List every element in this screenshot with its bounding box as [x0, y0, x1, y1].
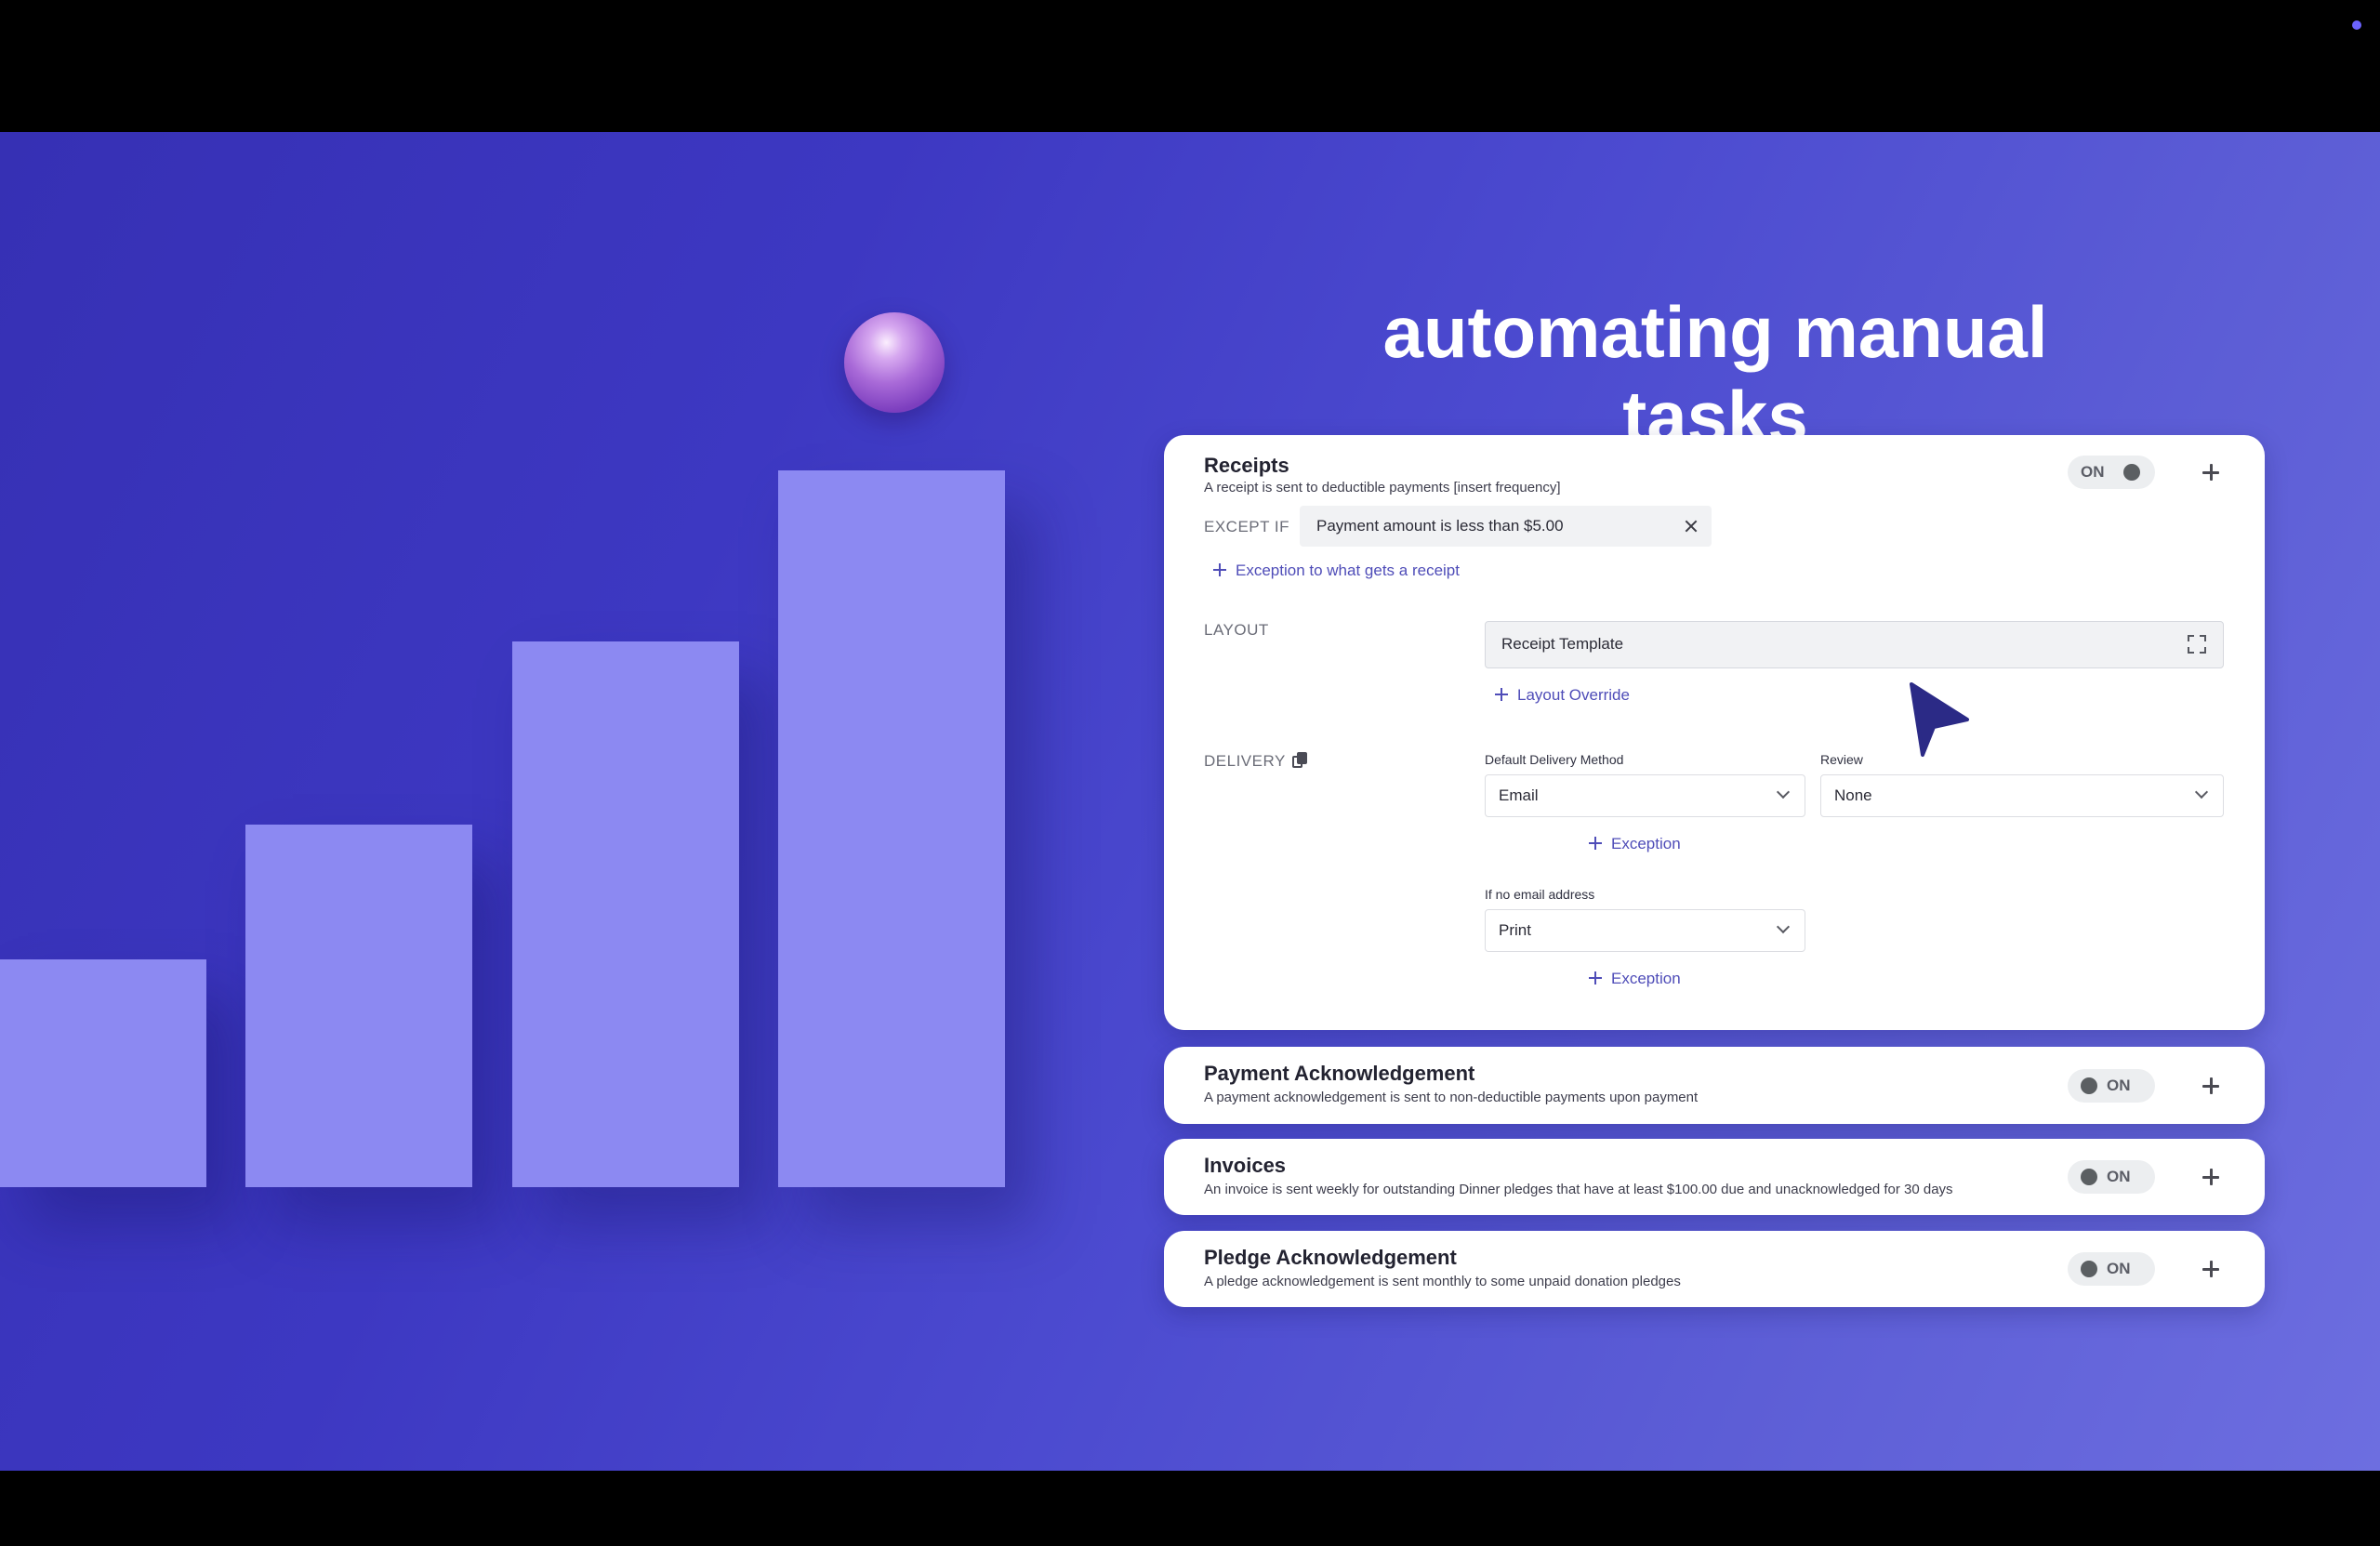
toggle-knob: [2081, 1261, 2097, 1277]
invoices-card[interactable]: Invoices An invoice is sent weekly for o…: [1164, 1139, 2265, 1215]
close-icon[interactable]: [1680, 515, 1702, 537]
layout-template-value: Receipt Template: [1501, 635, 1624, 653]
toggle-label: ON: [2107, 1077, 2131, 1094]
receipts-description: A receipt is sent to deductible payments…: [1204, 480, 1561, 496]
card-description: An invoice is sent weekly for outstandin…: [1204, 1182, 1953, 1197]
toggle-knob: [2081, 1077, 2097, 1094]
headline: automating manual tasks: [1382, 291, 2048, 457]
decorative-bar-4: [778, 470, 1005, 1187]
card-description: A pledge acknowledgement is sent monthly…: [1204, 1274, 1681, 1289]
toggle-knob: [2123, 464, 2140, 481]
no-email-value: Print: [1499, 921, 1531, 939]
no-email-exception-link-label: Exception: [1611, 970, 1681, 987]
card-title: Pledge Acknowledgement: [1204, 1246, 1457, 1269]
toggle-knob: [2081, 1169, 2097, 1185]
card-description: A payment acknowledgement is sent to non…: [1204, 1090, 1699, 1105]
no-email-exception-link[interactable]: Exception: [1589, 970, 1681, 988]
default-delivery-select[interactable]: Email: [1485, 774, 1805, 817]
except-if-label: EXCEPT IF: [1204, 518, 1290, 535]
layout-template-field[interactable]: Receipt Template: [1485, 621, 2224, 668]
chevron-down-icon: [1776, 919, 1791, 934]
default-delivery-caption: Default Delivery Method: [1485, 752, 1624, 767]
decorative-bar-1: [0, 959, 206, 1187]
delivery-label: DELIVERY: [1204, 752, 1286, 770]
expand-icon[interactable]: [2188, 635, 2206, 654]
exception-condition-text: Payment amount is less than $5.00: [1316, 517, 1564, 535]
add-exception-link-label: Exception to what gets a receipt: [1236, 562, 1460, 579]
pledge-acknowledgement-card[interactable]: Pledge Acknowledgement A pledge acknowle…: [1164, 1231, 2265, 1307]
delivery-exception-link-label: Exception: [1611, 835, 1681, 852]
layout-label: LAYOUT: [1204, 621, 1269, 639]
review-caption: Review: [1820, 752, 1863, 767]
cursor-arrow-icon: [1910, 682, 1969, 757]
toggle-label: ON: [2107, 1260, 2131, 1277]
exception-condition[interactable]: Payment amount is less than $5.00: [1300, 506, 1712, 547]
payment-acknowledgement-toggle[interactable]: ON: [2068, 1069, 2155, 1103]
plus-icon: [1589, 837, 1602, 850]
decorative-bar-2: [245, 825, 472, 1187]
receipts-toggle[interactable]: ON: [2068, 456, 2155, 489]
layout-override-link-label: Layout Override: [1517, 686, 1630, 704]
decorative-orb: [844, 312, 945, 413]
review-value: None: [1834, 786, 1872, 804]
toggle-label: ON: [2107, 1168, 2131, 1185]
plus-icon: [1213, 563, 1226, 576]
no-email-caption: If no email address: [1485, 887, 1595, 902]
receipts-title: Receipts: [1204, 454, 1289, 477]
delivery-exception-link[interactable]: Exception: [1589, 835, 1681, 853]
slide: automating manual tasks Receipts A recei…: [0, 132, 2380, 1471]
video-frame: automating manual tasks Receipts A recei…: [0, 0, 2380, 1546]
plus-icon[interactable]: [2194, 456, 2228, 489]
toggle-label: ON: [2081, 463, 2105, 481]
invoices-toggle[interactable]: ON: [2068, 1160, 2155, 1194]
chevron-down-icon: [2194, 785, 2209, 799]
plus-icon[interactable]: [2194, 1160, 2228, 1194]
plus-icon[interactable]: [2194, 1252, 2228, 1286]
plus-icon: [1589, 971, 1602, 984]
payment-acknowledgement-card[interactable]: Payment Acknowledgement A payment acknow…: [1164, 1047, 2265, 1124]
default-delivery-value: Email: [1499, 786, 1539, 804]
receipts-card: Receipts A receipt is sent to deductible…: [1164, 435, 2265, 1030]
layout-override-link[interactable]: Layout Override: [1495, 686, 1630, 705]
card-title: Invoices: [1204, 1154, 1287, 1177]
copy-icon[interactable]: [1292, 752, 1307, 769]
plus-icon[interactable]: [2194, 1069, 2228, 1103]
chevron-down-icon: [1776, 785, 1791, 799]
recording-indicator: [2352, 20, 2361, 30]
pledge-acknowledgement-toggle[interactable]: ON: [2068, 1252, 2155, 1286]
plus-icon: [1495, 688, 1508, 701]
no-email-select[interactable]: Print: [1485, 909, 1805, 952]
add-exception-link[interactable]: Exception to what gets a receipt: [1213, 562, 1460, 580]
decorative-bar-3: [512, 641, 739, 1187]
card-title: Payment Acknowledgement: [1204, 1062, 1475, 1085]
review-select[interactable]: None: [1820, 774, 2224, 817]
